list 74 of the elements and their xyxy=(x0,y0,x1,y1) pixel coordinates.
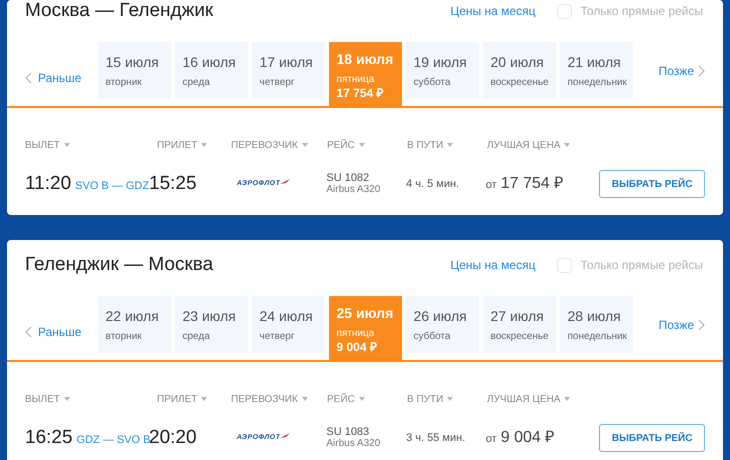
departure-time: 16:25 xyxy=(25,426,73,450)
sort-header[interactable]: ПРИЛЕТ xyxy=(157,138,198,152)
caret-icon xyxy=(358,397,365,401)
flight-number: SU 1083 xyxy=(326,426,370,438)
arrival-time: 15:25 xyxy=(149,172,198,196)
airports-text: SVO B — GDZ xyxy=(75,178,150,194)
later-button[interactable]: Позже xyxy=(632,296,705,353)
flight-number: SU 1082 xyxy=(326,172,370,184)
date-tab[interactable]: 17 июля четверг xyxy=(252,42,324,99)
sort-header[interactable]: ПРИЛЕТ xyxy=(157,392,198,406)
wing-icon xyxy=(280,178,290,184)
direct-checkbox[interactable] xyxy=(557,4,572,18)
month-prices-link[interactable]: Цены на месяц xyxy=(450,256,536,274)
caret-icon xyxy=(564,143,570,147)
chevron-left-icon xyxy=(25,326,32,338)
duration-text: 4 ч. 5 мин. xyxy=(406,176,460,192)
price-prefix: от xyxy=(486,432,497,447)
date-tab[interactable]: 21 июля понедельник xyxy=(560,42,632,99)
sort-header[interactable]: ПЕРЕВОЗЧИК xyxy=(231,138,298,152)
best-price: 17 754 ₽ xyxy=(500,174,564,194)
price-prefix: от xyxy=(486,178,497,193)
caret-icon xyxy=(64,143,70,147)
airports-text: GDZ — SVO B xyxy=(76,434,151,448)
chevron-right-icon xyxy=(698,64,705,76)
direct-label: Только прямые рейсы xyxy=(580,3,703,20)
date-tab[interactable]: 22 июля вторник xyxy=(98,296,170,353)
caret-icon xyxy=(564,397,570,401)
wing-icon xyxy=(280,432,290,438)
date-tab[interactable]: 26 июля суббота xyxy=(406,296,478,353)
departure-time: 11:20 xyxy=(25,172,72,196)
best-price: 9 004 ₽ xyxy=(500,428,554,448)
aircraft-text: Airbus A320 xyxy=(326,438,382,450)
caret-icon xyxy=(302,143,308,147)
caret-icon xyxy=(447,143,454,147)
caret-icon xyxy=(201,143,208,147)
caret-icon xyxy=(447,397,454,401)
date-tab[interactable]: 15 июля вторник xyxy=(98,42,170,99)
caret-icon xyxy=(64,397,70,401)
sort-header[interactable]: РЕЙС xyxy=(327,138,355,152)
date-tab[interactable]: 20 июля воскресенье xyxy=(482,42,556,99)
date-tab[interactable]: 16 июля среда xyxy=(174,42,248,99)
sort-header[interactable]: ЛУЧШАЯ ЦЕНА xyxy=(487,392,560,406)
sort-header[interactable]: ВЫЛЕТ xyxy=(25,392,60,406)
date-tab[interactable]: 28 июля понедельник xyxy=(560,296,632,353)
select-flight-button[interactable]: ВЫБРАТЬ РЕЙС xyxy=(599,424,706,452)
date-tab[interactable]: 25 июля пятница 9 004 ₽ xyxy=(328,296,402,360)
route-title: Москва — Геленджик xyxy=(25,0,214,23)
caret-icon xyxy=(358,143,365,147)
sort-header[interactable]: ЛУЧШАЯ ЦЕНА xyxy=(487,138,560,152)
duration-text: 3 ч. 55 мин. xyxy=(406,430,466,446)
route-title: Геленджик — Москва xyxy=(25,252,214,277)
sort-header[interactable]: В ПУТИ xyxy=(407,392,444,406)
direct-label: Только прямые рейсы xyxy=(580,257,703,274)
date-tab[interactable]: 18 июля пятница 17 754 ₽ xyxy=(328,42,402,106)
later-button[interactable]: Позже xyxy=(632,42,705,99)
chevron-right-icon xyxy=(698,318,705,330)
select-flight-button[interactable]: ВЫБРАТЬ РЕЙС xyxy=(599,170,706,198)
date-tab[interactable]: 19 июля суббота xyxy=(406,42,478,99)
date-tab[interactable]: 27 июля воскресенье xyxy=(482,296,556,353)
date-tab[interactable]: 24 июля четверг xyxy=(252,296,324,353)
date-tab[interactable]: 23 июля среда xyxy=(174,296,248,353)
month-prices-link[interactable]: Цены на месяц xyxy=(450,2,536,20)
sort-header[interactable]: РЕЙС xyxy=(327,392,355,406)
aircraft-text: Airbus A320 xyxy=(326,184,382,196)
earlier-button[interactable]: Раньше xyxy=(25,49,98,106)
chevron-left-icon xyxy=(25,72,32,84)
earlier-button[interactable]: Раньше xyxy=(25,303,98,360)
sort-header[interactable]: ПЕРЕВОЗЧИК xyxy=(231,392,298,406)
arrival-time: 20:20 xyxy=(149,426,198,450)
direct-checkbox[interactable] xyxy=(557,258,572,272)
sort-header[interactable]: ВЫЛЕТ xyxy=(25,138,60,152)
sort-header[interactable]: В ПУТИ xyxy=(407,138,444,152)
caret-icon xyxy=(201,397,208,401)
caret-icon xyxy=(302,397,308,401)
